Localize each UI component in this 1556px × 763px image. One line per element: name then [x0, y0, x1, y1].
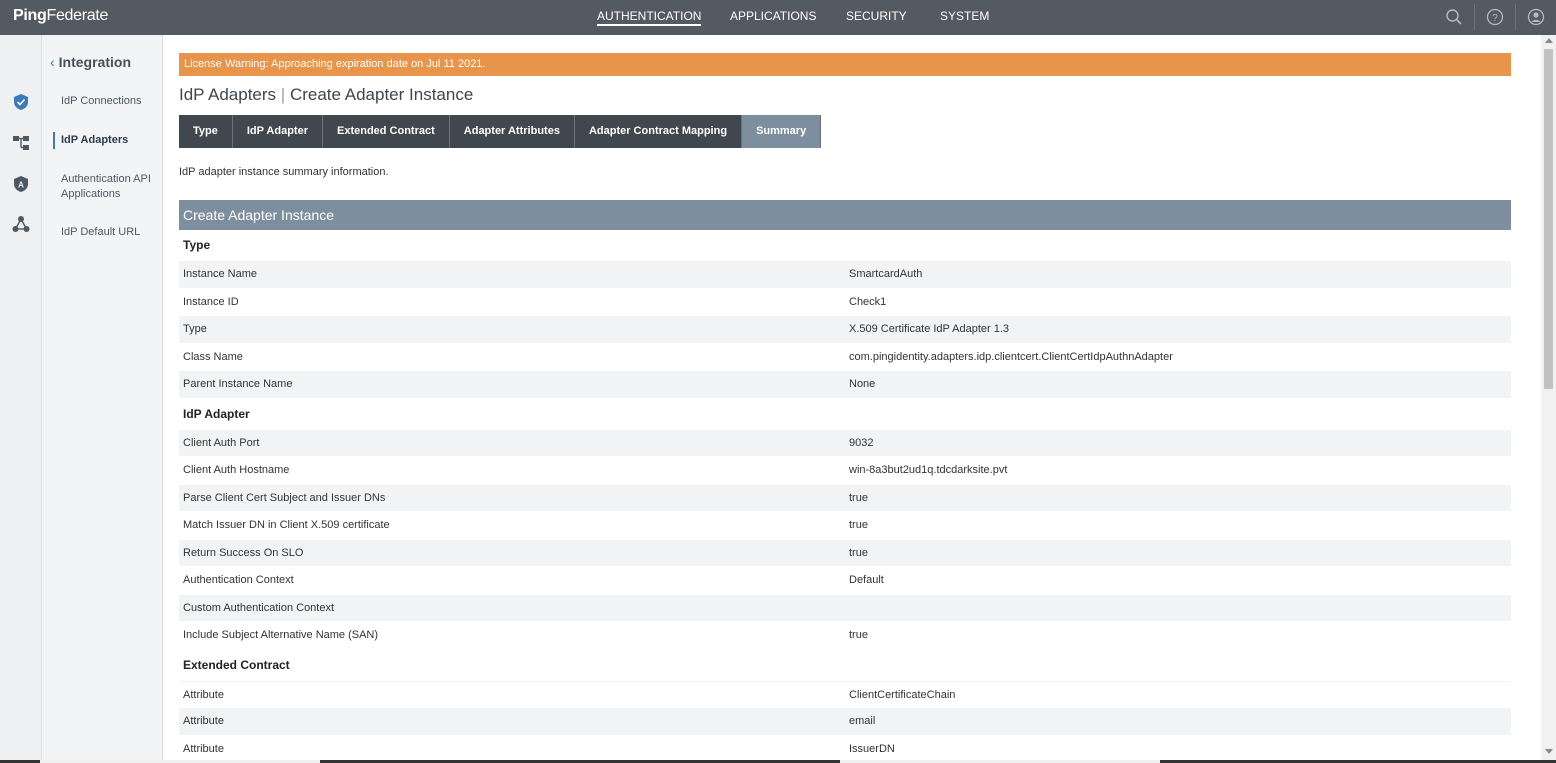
tab-extended-contract[interactable]: Extended Contract: [322, 115, 450, 148]
summary-row: Client Auth Port 9032: [179, 429, 1511, 457]
sidebar-item-authentication-api-applications[interactable]: Authentication API Applications: [61, 172, 161, 202]
nav-applications[interactable]: APPLICATIONS: [730, 0, 816, 35]
summary-row: Type X.509 Certificate IdP Adapter 1.3: [179, 316, 1511, 344]
pingfederate-logo[interactable]: PingFederate: [13, 7, 108, 25]
divider: [1515, 4, 1516, 30]
scroll-up-arrow-icon[interactable]: [1545, 38, 1553, 43]
lock-shield-icon[interactable]: A: [12, 175, 30, 193]
back-to-integration[interactable]: ‹ Integration: [50, 54, 131, 70]
active-indicator: [53, 132, 55, 149]
section-title: Type: [183, 238, 211, 252]
sidebar-item-idp-adapters[interactable]: IdP Adapters: [61, 133, 161, 148]
scroll-thumb[interactable]: [1544, 49, 1553, 389]
summary-row: Attribute ClientCertificateChain: [179, 680, 1511, 708]
svg-text:A: A: [18, 181, 24, 190]
nav-security[interactable]: SECURITY: [846, 0, 907, 35]
nav-authentication[interactable]: AUTHENTICATION: [597, 0, 702, 26]
tab-idp-adapter[interactable]: IdP Adapter: [232, 115, 323, 148]
sidebar-item-idp-connections[interactable]: IdP Connections: [61, 94, 161, 109]
wizard-tabs: Type IdP Adapter Extended Contract Adapt…: [179, 115, 822, 148]
svg-text:?: ?: [1492, 13, 1498, 24]
summary-row: Instance ID Check1: [179, 289, 1511, 316]
license-warning-banner: License Warning: Approaching expiration …: [179, 53, 1511, 76]
summary-row: Parent Instance Name None: [179, 371, 1511, 399]
summary-row: Include Subject Alternative Name (SAN) tr…: [179, 622, 1511, 650]
shield-check-icon[interactable]: [12, 93, 30, 111]
tab-summary[interactable]: Summary: [742, 115, 822, 148]
page-description: IdP adapter instance summary information…: [179, 166, 389, 178]
section-title: IdP Adapter: [183, 406, 250, 421]
summary-row: Return Success On SLO true: [179, 539, 1511, 567]
summary-row: Client Auth Hostname win-8a3but2ud1q.tdcd…: [179, 457, 1511, 485]
scroll-down-arrow-icon[interactable]: [1545, 749, 1553, 754]
summary-panel: Create Adapter Instance Type Instance Na…: [179, 200, 1511, 763]
summary-row: Parse Client Cert Subject and Issuer DNs…: [179, 484, 1511, 512]
user-icon[interactable]: [1527, 8, 1545, 26]
nav-system[interactable]: SYSTEM: [940, 0, 989, 35]
summary-row: Match Issuer DN in Client X.509 certific…: [179, 512, 1511, 540]
section-title: Extended Contract: [183, 657, 290, 672]
breadcrumb-parent: IdP Adapters: [179, 85, 277, 104]
chevron-left-icon: ‹: [50, 54, 55, 70]
network-icon[interactable]: [12, 215, 30, 233]
top-navigation-bar: PingFederate AUTHENTICATION APPLICATIONS…: [0, 0, 1556, 35]
help-icon[interactable]: ?: [1486, 8, 1504, 26]
tab-type[interactable]: Type: [179, 115, 233, 148]
page-title: IdP Adapters | Create Adapter Instance: [179, 85, 473, 105]
sidebar-item-idp-default-url[interactable]: IdP Default URL: [61, 225, 161, 240]
hierarchy-icon[interactable]: [12, 134, 30, 152]
summary-row: Attribute email: [179, 708, 1511, 736]
tab-adapter-attributes[interactable]: Adapter Attributes: [449, 115, 575, 148]
sidebar: ‹ Integration IdP Connections IdP Adapter…: [42, 35, 163, 763]
summary-row: Class Name com.pingidentity.adapters.idp.…: [179, 344, 1511, 371]
summary-row: Custom Authentication Context: [179, 594, 1511, 622]
summary-row: Attribute IssuerDN: [179, 736, 1511, 763]
tab-adapter-contract-mapping[interactable]: Adapter Contract Mapping: [574, 115, 743, 148]
breadcrumb-current: Create Adapter Instance: [289, 85, 474, 104]
summary-row: Authentication Context Default: [179, 567, 1511, 595]
vertical-scrollbar[interactable]: [1541, 35, 1556, 763]
search-icon[interactable]: [1445, 8, 1463, 26]
icon-rail: A: [0, 35, 42, 763]
summary-header: Create Adapter Instance: [179, 200, 1511, 230]
divider: [1474, 4, 1475, 30]
summary-row: Instance Name SmartcardAuth: [179, 261, 1511, 289]
main-content: License Warning: Approaching expiration …: [163, 35, 1541, 763]
breadcrumb-separator: |: [280, 85, 286, 104]
